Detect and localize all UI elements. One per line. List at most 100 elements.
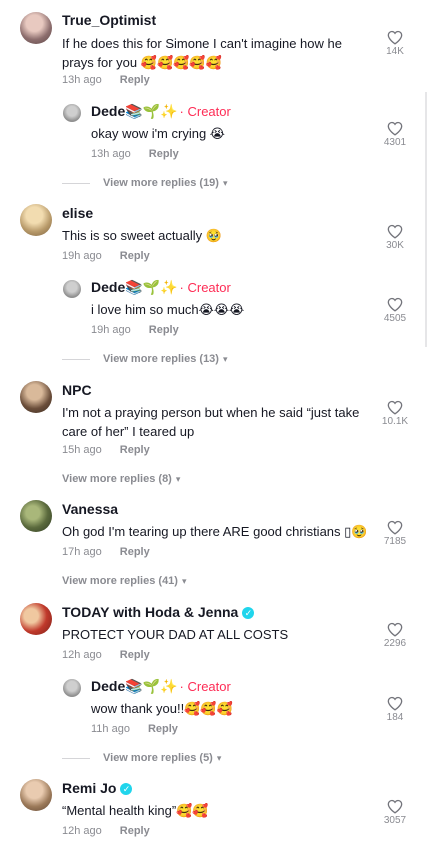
heart-outline-icon: [387, 799, 403, 814]
reply-button[interactable]: Reply: [120, 649, 150, 661]
comment-meta: 12h ago Reply: [62, 649, 150, 661]
comment-time: 12h ago: [62, 649, 102, 661]
reply-time: 19h ago: [91, 324, 131, 336]
view-more-label: View more replies (13): [103, 353, 219, 365]
like-button[interactable]: 4301: [380, 121, 410, 148]
heart-outline-icon: [387, 622, 403, 637]
verified-check-icon: ✓: [120, 783, 133, 795]
like-count: 4301: [383, 137, 407, 148]
view-more-label: View more replies (8): [62, 473, 172, 485]
reply-button[interactable]: Reply: [149, 324, 179, 336]
like-count: 10.1K: [381, 416, 409, 427]
comment-username[interactable]: Remi Jo ✓: [62, 780, 133, 796]
reply-time: 11h ago: [91, 723, 130, 735]
avatar[interactable]: [20, 603, 52, 635]
divider: [62, 359, 90, 360]
creator-avatar[interactable]: [63, 104, 81, 122]
like-button[interactable]: 30K: [380, 224, 410, 251]
reply-button[interactable]: Reply: [120, 74, 150, 86]
heart-outline-icon: [387, 696, 403, 711]
like-count: 30K: [386, 240, 404, 251]
like-button[interactable]: 14K: [380, 30, 410, 57]
avatar[interactable]: [20, 204, 52, 236]
reply-button[interactable]: Reply: [149, 148, 179, 160]
comment-text: This is so sweet actually 🥹: [62, 228, 222, 243]
heart-outline-icon: [387, 400, 403, 415]
chevron-down-icon: ▾: [216, 753, 222, 763]
reply-button[interactable]: Reply: [148, 723, 178, 735]
view-more-replies[interactable]: View more replies (19) ▾: [103, 177, 228, 189]
comment-time: 17h ago: [62, 546, 102, 558]
like-count: 2296: [383, 638, 407, 649]
comment-meta: 17h ago Reply: [62, 546, 150, 558]
reply-button[interactable]: Reply: [120, 825, 150, 837]
like-button[interactable]: 2296: [380, 622, 410, 649]
creator-avatar[interactable]: [63, 280, 81, 298]
chevron-down-icon: ▾: [175, 474, 181, 484]
creator-badge: · Creator: [179, 104, 231, 119]
view-more-replies[interactable]: View more replies (13) ▾: [103, 353, 228, 365]
reply-text: i love him so much😭😭😭: [91, 302, 245, 317]
divider: [62, 183, 90, 184]
like-count: 184: [386, 712, 404, 723]
heart-outline-icon: [387, 520, 403, 535]
reply-username[interactable]: Dede📚🌱✨ · Creator: [91, 103, 231, 120]
creator-badge: · Creator: [179, 280, 231, 295]
comment-time: 19h ago: [62, 250, 102, 262]
comment-text: I'm not a praying person but when he sai…: [62, 405, 360, 439]
creator-name: Dede📚🌱✨: [91, 103, 178, 119]
verified-check-icon: ✓: [242, 607, 255, 619]
comment-username-text: Remi Jo: [62, 780, 117, 796]
heart-outline-icon: [387, 121, 403, 136]
comment-text: Oh god I'm tearing up there ARE good chr…: [62, 524, 368, 539]
reply-meta: 13h ago Reply: [91, 148, 179, 160]
comment-username[interactable]: elise: [62, 205, 93, 221]
avatar[interactable]: [20, 500, 52, 532]
comment-username[interactable]: Vanessa: [62, 501, 118, 517]
comment-username[interactable]: True_Optimist: [62, 12, 156, 28]
view-more-replies[interactable]: View more replies (5) ▾: [103, 752, 221, 764]
comment-username-text: TODAY with Hoda & Jenna: [62, 604, 239, 620]
comment-username[interactable]: NPC: [62, 382, 92, 398]
view-more-label: View more replies (41): [62, 575, 178, 587]
like-count: 3057: [383, 815, 407, 826]
like-count: 7185: [383, 536, 407, 547]
reply-text: wow thank you!!🥰🥰🥰: [91, 701, 233, 716]
view-more-label: View more replies (19): [103, 177, 219, 189]
view-more-replies[interactable]: View more replies (41) ▾: [62, 575, 187, 587]
like-button[interactable]: 10.1K: [380, 400, 410, 427]
comment-text: “Mental health king”🥰🥰: [62, 803, 209, 818]
reply-time: 13h ago: [91, 148, 131, 160]
comment-time: 13h ago: [62, 74, 102, 86]
heart-outline-icon: [387, 224, 403, 239]
like-button[interactable]: 7185: [380, 520, 410, 547]
creator-badge: · Creator: [179, 679, 231, 694]
avatar[interactable]: [20, 12, 52, 44]
avatar[interactable]: [20, 779, 52, 811]
avatar[interactable]: [20, 381, 52, 413]
comment-text: If he does this for Simone I can't imagi…: [62, 36, 342, 70]
like-button[interactable]: 184: [380, 696, 410, 723]
creator-avatar[interactable]: [63, 679, 81, 697]
comment-meta: 15h ago Reply: [62, 444, 150, 456]
reply-button[interactable]: Reply: [120, 250, 150, 262]
comment-meta: 19h ago Reply: [62, 250, 150, 262]
reply-username[interactable]: Dede📚🌱✨ · Creator: [91, 678, 231, 695]
reply-button[interactable]: Reply: [120, 444, 150, 456]
chevron-down-icon: ▾: [181, 576, 187, 586]
like-button[interactable]: 3057: [380, 799, 410, 826]
comment-time: 15h ago: [62, 444, 102, 456]
creator-name: Dede📚🌱✨: [91, 678, 178, 694]
creator-name: Dede📚🌱✨: [91, 279, 178, 295]
divider: [62, 758, 90, 759]
comment-username[interactable]: TODAY with Hoda & Jenna ✓: [62, 604, 255, 620]
reply-meta: 19h ago Reply: [91, 324, 179, 336]
view-more-label: View more replies (5): [103, 752, 213, 764]
reply-button[interactable]: Reply: [120, 546, 150, 558]
view-more-replies[interactable]: View more replies (8) ▾: [62, 473, 180, 485]
like-button[interactable]: 4505: [380, 297, 410, 324]
chevron-down-icon: ▾: [222, 178, 228, 188]
comment-meta: 12h ago Reply: [62, 825, 150, 837]
comment-time: 12h ago: [62, 825, 102, 837]
reply-username[interactable]: Dede📚🌱✨ · Creator: [91, 279, 231, 296]
